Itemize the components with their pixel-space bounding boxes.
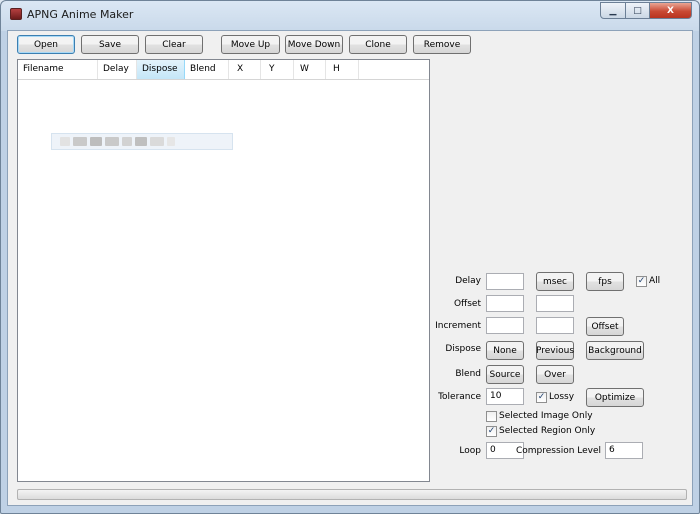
loop-label: Loop: [459, 446, 481, 456]
blurred-text: [150, 137, 164, 146]
compression-level-label: Compression Level: [516, 446, 602, 456]
frame-list[interactable]: Filename Delay Dispose Blend X Y W H: [17, 59, 430, 482]
column-dispose[interactable]: Dispose: [137, 60, 185, 79]
offset-y-input[interactable]: [536, 295, 574, 312]
dispose-label: Dispose: [445, 344, 481, 354]
frame-list-header: Filename Delay Dispose Blend X Y W H: [18, 60, 429, 80]
tolerance-input[interactable]: 10: [486, 388, 524, 405]
app-window: APNG Anime Maker ▁ □ X Open Save Clear M…: [0, 0, 700, 514]
increment-label: Increment: [435, 321, 481, 331]
window-controls: ▁ □ X: [600, 2, 692, 19]
blurred-text: [135, 137, 147, 146]
minimize-icon[interactable]: ▁: [600, 2, 626, 19]
fps-button[interactable]: fps: [586, 272, 624, 291]
selected-row-placeholder[interactable]: [51, 133, 233, 150]
column-w[interactable]: W: [294, 60, 326, 79]
all-checkbox-label: All: [649, 276, 661, 286]
blurred-text: [167, 137, 175, 146]
selected-region-only-label: Selected Region Only: [499, 426, 596, 436]
clear-button[interactable]: Clear: [145, 35, 203, 54]
increment-x-input[interactable]: [486, 317, 524, 334]
offset-label: Offset: [453, 299, 481, 309]
selected-image-only-label: Selected Image Only: [499, 411, 593, 421]
dispose-background-button[interactable]: Background: [586, 341, 644, 360]
column-y[interactable]: Y: [261, 60, 294, 79]
all-checkbox[interactable]: ✓: [636, 276, 647, 287]
offset-x-input[interactable]: [486, 295, 524, 312]
selected-image-only-checkbox[interactable]: [486, 411, 497, 422]
close-icon[interactable]: X: [650, 2, 692, 19]
increment-y-input[interactable]: [536, 317, 574, 334]
tolerance-label: Tolerance: [438, 392, 481, 402]
progress-bar: [17, 489, 687, 500]
clone-button[interactable]: Clone: [349, 35, 407, 54]
maximize-icon[interactable]: □: [626, 2, 650, 19]
selected-region-only-checkbox[interactable]: ✓: [486, 426, 497, 437]
blurred-text: [105, 137, 119, 146]
column-x[interactable]: X: [229, 60, 261, 79]
move-up-button[interactable]: Move Up: [221, 35, 280, 54]
column-blend[interactable]: Blend: [185, 60, 229, 79]
dispose-previous-button[interactable]: Previous: [536, 341, 574, 360]
column-filename[interactable]: Filename: [18, 60, 98, 79]
remove-button[interactable]: Remove: [413, 35, 471, 54]
msec-button[interactable]: msec: [536, 272, 574, 291]
window-title: APNG Anime Maker: [27, 8, 134, 21]
blurred-text: [90, 137, 102, 146]
blurred-text: [122, 137, 132, 146]
title-bar[interactable]: APNG Anime Maker ▁ □ X: [1, 1, 699, 29]
delay-input[interactable]: [486, 273, 524, 290]
compression-level-input[interactable]: 6: [605, 442, 643, 459]
blend-source-button[interactable]: Source: [486, 365, 524, 384]
open-button[interactable]: Open: [17, 35, 75, 54]
save-button[interactable]: Save: [81, 35, 139, 54]
client-area: Open Save Clear Move Up Move Down Clone …: [7, 30, 693, 506]
column-delay[interactable]: Delay: [98, 60, 137, 79]
column-h[interactable]: H: [326, 60, 359, 79]
blend-over-button[interactable]: Over: [536, 365, 574, 384]
offset-button[interactable]: Offset: [586, 317, 624, 336]
optimize-button[interactable]: Optimize: [586, 388, 644, 407]
move-down-button[interactable]: Move Down: [285, 35, 343, 54]
blurred-text: [60, 137, 70, 146]
blurred-text: [73, 137, 87, 146]
lossy-checkbox[interactable]: ✓: [536, 392, 547, 403]
app-icon: [10, 8, 22, 20]
lossy-checkbox-label: Lossy: [549, 392, 575, 402]
dispose-none-button[interactable]: None: [486, 341, 524, 360]
blend-label: Blend: [455, 369, 481, 379]
delay-label: Delay: [455, 276, 481, 286]
